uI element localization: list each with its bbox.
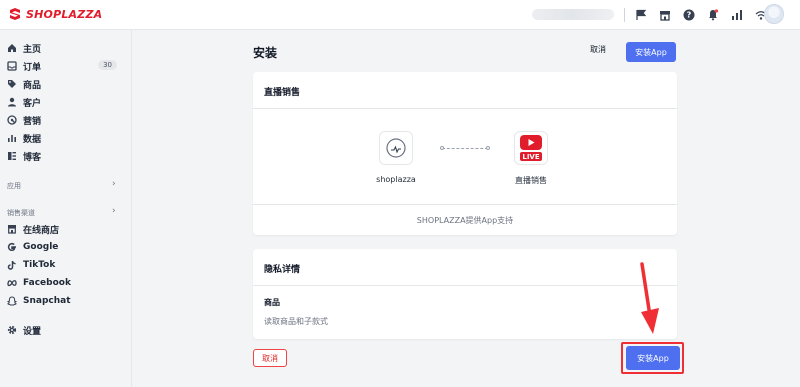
shoplazza-gauge-icon — [386, 138, 406, 158]
sidebar-item-label: 博客 — [23, 152, 42, 163]
orders-icon — [7, 61, 17, 71]
shoplazza-logo-icon — [10, 8, 20, 20]
tag-icon — [7, 79, 17, 89]
live-sales-app-label: 直播销售 — [515, 176, 547, 185]
gear-icon — [7, 325, 17, 335]
sidebar-item-facebook[interactable]: Facebook — [0, 274, 131, 292]
sidebar-item-blog[interactable]: 博客 — [0, 147, 131, 165]
analytics-icon[interactable] — [725, 5, 749, 25]
sidebar-item-label: 商品 — [23, 80, 42, 91]
sidebar-item-analytics[interactable]: 数据 — [0, 129, 131, 147]
page-title: 安装 — [253, 46, 278, 60]
live-play-icon: LIVE — [520, 135, 542, 161]
sidebar-item-snapchat[interactable]: Snapchat — [0, 292, 131, 310]
flag-icon[interactable] — [629, 5, 653, 25]
sidebar-item-label: TikTok — [23, 260, 56, 270]
help-icon[interactable]: ? — [677, 5, 701, 25]
store-icon — [7, 224, 17, 234]
sidebar-item-tiktok[interactable]: TikTok — [0, 256, 131, 274]
app-card-title: 直播销售 — [264, 88, 301, 98]
card-divider — [253, 204, 677, 205]
card-divider — [253, 108, 677, 109]
top-separator — [624, 8, 625, 22]
store-name-blurred — [532, 9, 614, 20]
blog-icon — [7, 151, 17, 161]
sidebar-item-label: 在线商店 — [23, 225, 60, 236]
sidebar-item-label: 客户 — [23, 98, 42, 109]
sidebar-item-label: 订单 — [23, 62, 42, 73]
sidebar-item-google[interactable]: Google — [0, 238, 131, 256]
connector-dot — [440, 146, 444, 150]
sidebar-item-products[interactable]: 商品 — [0, 75, 131, 93]
connector-line — [440, 146, 490, 150]
store-icon[interactable] — [653, 5, 677, 25]
tiktok-icon — [7, 260, 17, 270]
connector-dot — [486, 146, 490, 150]
sidebar-item-label: 主页 — [23, 44, 42, 55]
app-info-card: 直播销售 SHOPLAZZA提供App支持 — [253, 72, 677, 235]
privacy-description: 读取商品和子款式 — [264, 317, 328, 326]
sidebar-item-label: Snapchat — [23, 296, 71, 306]
cancel-button[interactable]: 取消 — [590, 44, 606, 55]
shoplazza-app-icon — [379, 131, 413, 165]
marketing-icon — [7, 115, 17, 125]
sidebar-item-home[interactable]: 主页 — [0, 39, 131, 57]
privacy-card: 隐私详情 商品 读取商品和子款式 — [253, 249, 677, 339]
chart-icon — [7, 133, 17, 143]
sidebar-item-label: Google — [23, 242, 59, 252]
live-sales-app-icon: LIVE — [514, 131, 548, 165]
svg-text:?: ? — [687, 11, 692, 20]
top-bar: SHOPLAZZA ? — [0, 0, 800, 30]
live-badge-text: LIVE — [522, 153, 539, 161]
chevron-right-icon[interactable]: › — [112, 206, 116, 216]
privacy-card-title: 隐私详情 — [264, 265, 301, 275]
sidebar-item-label: Facebook — [23, 278, 71, 288]
sidebar-item-label: 营销 — [23, 116, 42, 127]
sidebar-item-settings[interactable]: 设置 — [0, 321, 131, 339]
sidebar: 主页 订单 30 商品 客户 营销 数据 博客 应用 › 销售渠道 › 在线商店… — [0, 30, 132, 387]
shoplazza-app-label: shoplazza — [376, 175, 416, 184]
sidebar-item-label: 设置 — [23, 326, 42, 337]
sidebar-item-orders[interactable]: 订单 30 — [0, 57, 131, 75]
snapchat-icon — [7, 296, 17, 306]
top-icons: ? — [624, 5, 773, 25]
highlight-box — [621, 342, 684, 374]
install-app-button[interactable]: 安装App — [626, 42, 676, 62]
brand-logo[interactable]: SHOPLAZZA — [8, 7, 102, 21]
arrow-down-icon — [640, 262, 659, 334]
person-icon — [7, 97, 17, 107]
privacy-section-title: 商品 — [264, 298, 280, 307]
sidebar-item-label: 数据 — [23, 134, 42, 145]
channels-section-title[interactable]: 销售渠道 — [7, 208, 35, 218]
apps-section-title[interactable]: 应用 — [7, 181, 21, 191]
chevron-right-icon[interactable]: › — [112, 179, 116, 189]
app-support-text: SHOPLAZZA提供App支持 — [416, 216, 514, 225]
sidebar-item-online-store[interactable]: 在线商店 — [0, 220, 131, 238]
brand-name: SHOPLAZZA — [26, 7, 103, 21]
card-divider — [253, 285, 677, 286]
home-icon — [7, 43, 17, 53]
orders-count-badge: 30 — [98, 60, 117, 70]
google-icon — [7, 242, 17, 252]
sidebar-item-customers[interactable]: 客户 — [0, 93, 131, 111]
sidebar-item-marketing[interactable]: 营销 — [0, 111, 131, 129]
footer-cancel-button[interactable]: 取消 — [253, 349, 287, 367]
meta-icon — [7, 278, 17, 288]
bell-icon[interactable] — [701, 5, 725, 25]
avatar[interactable] — [764, 4, 784, 24]
